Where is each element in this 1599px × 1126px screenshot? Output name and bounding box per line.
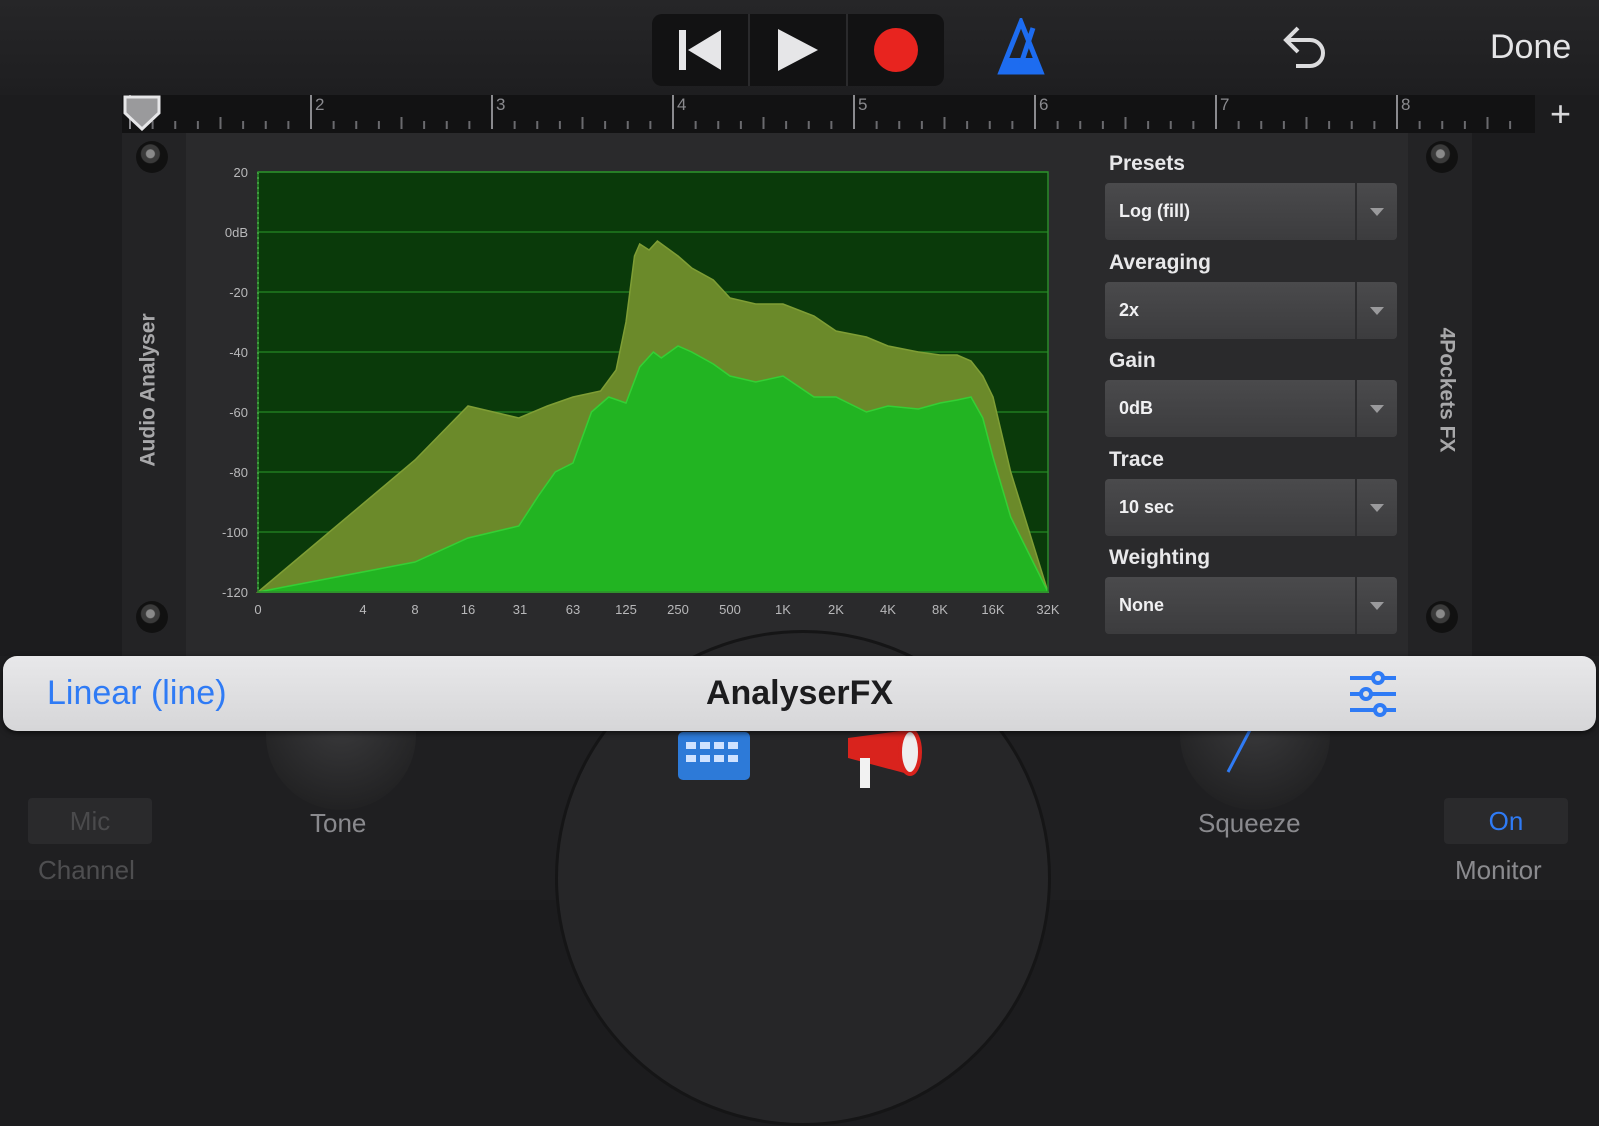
presets-value: Log (fill) xyxy=(1119,201,1190,221)
ruler-bar-number: 2 xyxy=(315,95,325,114)
y-tick-label: -40 xyxy=(229,345,248,360)
x-tick-label: 125 xyxy=(615,602,637,617)
weighting-dropdown[interactable]: None xyxy=(1105,577,1397,634)
trace-label: Trace xyxy=(1109,448,1164,471)
sliders-icon xyxy=(1350,671,1396,717)
y-tick-label: 0dB xyxy=(225,225,248,240)
spectrum-analyser-chart: 20 0dB -20 -40 -60 -80 -100 -120 0 4 8 16 31 63 125 250… xyxy=(195,148,1075,638)
tone-label: Tone xyxy=(310,808,367,838)
x-tick-label: 500 xyxy=(719,602,741,617)
chevron-down-icon xyxy=(1355,380,1397,437)
y-tick-label: -80 xyxy=(229,465,248,480)
presets-dropdown[interactable]: Log (fill) xyxy=(1105,183,1397,240)
gain-dropdown[interactable]: 0dB xyxy=(1105,380,1397,437)
play-icon xyxy=(778,29,818,71)
ruler-bar-number: 5 xyxy=(858,95,868,114)
keyboard-icon[interactable] xyxy=(676,730,752,782)
transport-controls xyxy=(652,14,944,86)
done-button[interactable]: Done xyxy=(1490,28,1571,67)
monitor-label: Monitor xyxy=(1455,855,1542,885)
trace-value: 10 sec xyxy=(1119,497,1175,517)
y-tick-label: -100 xyxy=(222,525,248,540)
playhead-handle[interactable] xyxy=(122,95,162,131)
ruler-bar-number: 4 xyxy=(677,95,687,114)
weighting-label: Weighting xyxy=(1109,546,1211,569)
y-tick-label: -20 xyxy=(229,285,248,300)
x-tick-label: 250 xyxy=(667,602,689,617)
screw-icon xyxy=(136,601,168,633)
presets-label: Presets xyxy=(1109,152,1185,175)
averaging-dropdown[interactable]: 2x xyxy=(1105,282,1397,339)
x-tick-label: 63 xyxy=(566,602,580,617)
plugin-settings-button[interactable] xyxy=(1348,670,1398,718)
metronome-button[interactable] xyxy=(993,15,1049,76)
gain-label: Gain xyxy=(1109,349,1156,372)
channel-label: Channel xyxy=(38,855,135,885)
add-track-button[interactable]: + xyxy=(1550,95,1571,133)
record-icon xyxy=(874,28,918,72)
ruler-bar-number: 6 xyxy=(1039,95,1049,114)
squeeze-label: Squeeze xyxy=(1198,808,1301,838)
ruler-bar-number: 3 xyxy=(496,95,506,114)
chevron-down-icon xyxy=(1355,479,1397,536)
top-toolbar: Done xyxy=(0,0,1599,95)
chevron-down-icon xyxy=(1355,183,1397,240)
monitor-on-button[interactable]: On xyxy=(1444,798,1568,844)
y-tick-label: -60 xyxy=(229,405,248,420)
x-tick-label: 2K xyxy=(828,602,844,617)
averaging-label: Averaging xyxy=(1109,251,1211,274)
screw-icon xyxy=(1426,141,1458,173)
plugin-selector-bar: Linear (line) AnalyserFX xyxy=(3,656,1596,731)
chevron-down-icon xyxy=(1355,282,1397,339)
screw-icon xyxy=(136,141,168,173)
ruler-bar-number: 7 xyxy=(1220,95,1230,114)
ruler-bar-number: 8 xyxy=(1401,95,1411,114)
averaging-value: 2x xyxy=(1119,300,1140,320)
megaphone-icon[interactable] xyxy=(838,728,938,790)
x-tick-label: 1K xyxy=(775,602,791,617)
skip-to-start-icon xyxy=(679,30,721,70)
mic-button[interactable]: Mic xyxy=(28,798,152,844)
trace-dropdown[interactable]: 10 sec xyxy=(1105,479,1397,536)
timeline-ruler[interactable]: 12345678 xyxy=(122,95,1535,133)
x-tick-label: 8 xyxy=(411,602,418,617)
x-tick-label: 4K xyxy=(880,602,896,617)
undo-button[interactable] xyxy=(1280,22,1330,72)
x-tick-label: 31 xyxy=(513,602,527,617)
spectrum-plot: 20 0dB -20 -40 -60 -80 -100 -120 0 4 8 16 31 63 125 250… xyxy=(222,165,1060,617)
record-button[interactable] xyxy=(848,14,944,86)
ruler-ticks xyxy=(129,95,1512,129)
x-tick-label: 4 xyxy=(359,602,366,617)
plugin-name-label: Audio Analyser xyxy=(136,313,160,467)
metronome-icon xyxy=(997,15,1045,75)
gain-value: 0dB xyxy=(1119,398,1154,418)
y-tick-label: -120 xyxy=(222,585,248,600)
x-tick-label: 0 xyxy=(254,602,261,617)
chevron-down-icon xyxy=(1355,577,1397,634)
y-tick-label: 20 xyxy=(234,165,248,180)
x-tick-label: 32K xyxy=(1036,602,1059,617)
screw-icon xyxy=(1426,601,1458,633)
undo-icon xyxy=(1283,26,1325,68)
x-tick-label: 8K xyxy=(932,602,948,617)
play-button[interactable] xyxy=(750,14,848,86)
rewind-button[interactable] xyxy=(652,14,750,86)
x-tick-label: 16K xyxy=(981,602,1004,617)
plugin-vendor-label: 4Pockets FX xyxy=(1435,327,1459,453)
x-tick-label: 16 xyxy=(461,602,475,617)
preset-name-button[interactable]: Linear (line) xyxy=(47,674,227,713)
weighting-value: None xyxy=(1119,595,1164,615)
